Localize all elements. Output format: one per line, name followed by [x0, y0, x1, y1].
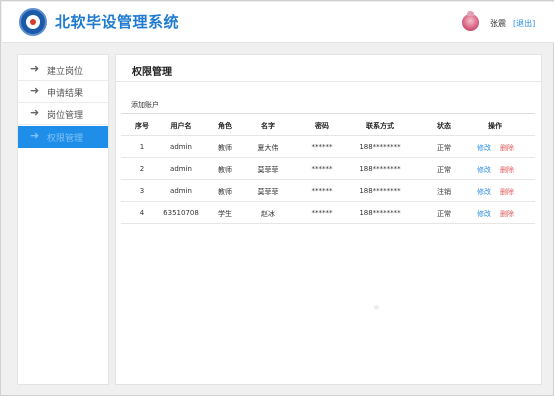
column-header-name: 名字	[261, 122, 275, 130]
cell-name: 赵冰	[261, 210, 275, 218]
cell-index: 3	[139, 187, 145, 195]
cell-password: ******	[311, 165, 333, 173]
cell-password: ******	[311, 209, 333, 217]
sidebar-item-position-management[interactable]: ➜ 岗位管理	[18, 103, 108, 125]
edit-link[interactable]: 修改	[477, 209, 491, 219]
column-header-index: 序号	[135, 122, 149, 130]
table-row: 1 admin 教师 夏大伟 ****** 188******** 正常 修改 …	[121, 136, 535, 158]
delete-link[interactable]: 删除	[500, 187, 514, 197]
page-title: 权限管理	[132, 67, 172, 78]
delete-link[interactable]: 删除	[500, 165, 514, 175]
logo-dot	[30, 19, 36, 25]
cell-status: 正常	[437, 144, 451, 152]
logout-link[interactable]: [退出]	[513, 18, 535, 29]
column-header-status: 状态	[437, 122, 451, 130]
app-title: 北软毕设管理系统	[55, 13, 180, 31]
sidebar-item-label: 建立岗位	[47, 67, 84, 77]
cell-role: 学生	[218, 210, 232, 218]
table-row: 3 admin 教师 莫菲菲 ****** 188******** 注销 修改 …	[121, 180, 535, 202]
table-row: 2 admin 教师 莫菲菲 ****** 188******** 正常 修改 …	[121, 158, 535, 180]
user-name: 张震	[490, 19, 506, 28]
arrow-right-icon: ➜	[30, 129, 40, 142]
cell-contact: 188********	[359, 165, 401, 173]
cell-contact: 188********	[359, 187, 401, 195]
table-header-row: 序号 用户名 角色 名字 密码 联系方式 状态 操作	[121, 114, 535, 136]
cell-index: 1	[139, 143, 145, 151]
edit-link[interactable]: 修改	[477, 143, 491, 153]
sidebar: ➜ 建立岗位 ➜ 申请结果 ➜ 岗位管理 ➜ 权限管理	[17, 54, 109, 385]
app-window: 北软毕设管理系统 张震 [退出] ➜ 建立岗位 ➜ 申请结果 ➜ 岗位管理 ➜ …	[0, 0, 554, 396]
sidebar-item-label: 权限管理	[47, 134, 84, 144]
column-header-contact: 联系方式	[366, 122, 394, 130]
sidebar-item-label: 申请结果	[47, 89, 84, 99]
cell-contact: 188********	[359, 209, 401, 217]
column-header-username: 用户名	[170, 122, 192, 130]
cell-username: admin	[170, 143, 192, 151]
edit-link[interactable]: 修改	[477, 165, 491, 175]
cell-role: 教师	[218, 166, 232, 174]
cell-status: 正常	[437, 210, 451, 218]
arrow-right-icon: ➜	[30, 106, 40, 119]
cell-name: 莫菲菲	[257, 188, 279, 196]
top-header: 北软毕设管理系统 张震 [退出]	[2, 2, 554, 43]
cell-status: 注销	[437, 188, 451, 196]
sidebar-item-create-position[interactable]: ➜ 建立岗位	[18, 59, 108, 81]
logo-inner	[26, 15, 40, 29]
cell-password: ******	[311, 143, 333, 151]
arrow-right-icon: ➜	[30, 62, 40, 75]
cell-password: ******	[311, 187, 333, 195]
column-header-role: 角色	[218, 122, 232, 130]
sidebar-item-label: 岗位管理	[47, 111, 84, 121]
user-avatar[interactable]	[462, 11, 479, 31]
sidebar-item-application-results[interactable]: ➜ 申请结果	[18, 81, 108, 103]
cell-username: 63510708	[163, 209, 199, 217]
cell-name: 莫菲菲	[257, 166, 279, 174]
edit-link[interactable]: 修改	[477, 187, 491, 197]
school-logo-icon	[19, 8, 47, 36]
cell-status: 正常	[437, 166, 451, 174]
cell-role: 教师	[218, 188, 232, 196]
column-header-actions: 操作	[488, 122, 502, 130]
add-account-link[interactable]: 添加账户	[131, 100, 159, 110]
sidebar-item-permission-management[interactable]: ➜ 权限管理	[18, 126, 108, 148]
delete-link[interactable]: 删除	[500, 209, 514, 219]
table-row: 4 63510708 学生 赵冰 ****** 188******** 正常 修…	[121, 202, 535, 224]
accounts-table: 序号 用户名 角色 名字 密码 联系方式 状态 操作 1 admin 教师 夏大…	[121, 113, 535, 224]
cell-index: 2	[139, 165, 145, 173]
cell-username: admin	[170, 187, 192, 195]
main-title-bar: 权限管理	[116, 55, 541, 82]
main-panel: 权限管理 添加账户 序号 用户名 角色 名字 密码 联系方式 状态 操作 1 a…	[115, 54, 542, 385]
cell-index: 4	[139, 209, 145, 217]
cell-contact: 188********	[359, 143, 401, 151]
cell-role: 教师	[218, 144, 232, 152]
column-header-password: 密码	[315, 122, 329, 130]
cell-username: admin	[170, 165, 192, 173]
arrow-right-icon: ➜	[30, 84, 40, 97]
cell-name: 夏大伟	[257, 144, 279, 152]
loading-indicator	[374, 305, 379, 310]
delete-link[interactable]: 删除	[500, 143, 514, 153]
